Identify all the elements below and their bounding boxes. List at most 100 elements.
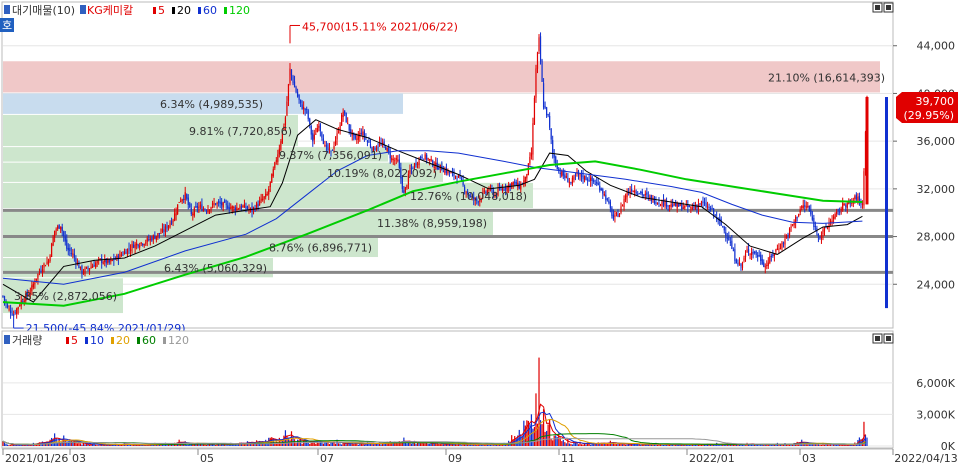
candle-body bbox=[617, 214, 619, 217]
supply-zone-label: 9.81% (7,720,856) bbox=[189, 125, 292, 138]
candle-body bbox=[415, 163, 417, 166]
candle-body bbox=[272, 169, 274, 177]
volume-bar bbox=[96, 445, 98, 446]
candle-body bbox=[620, 206, 622, 213]
candle-body bbox=[406, 185, 408, 189]
candle-body bbox=[857, 196, 859, 201]
price-legend-stock[interactable]: KG케미칼 bbox=[87, 4, 133, 17]
candle-body bbox=[310, 125, 312, 135]
volume-tick-label: 6,000K bbox=[916, 377, 955, 390]
volume-bar bbox=[489, 444, 492, 446]
maximize-icon-inner bbox=[875, 336, 880, 341]
candle-body bbox=[46, 261, 48, 264]
candle-body bbox=[831, 220, 833, 223]
volume-bar bbox=[533, 426, 536, 446]
candle-body bbox=[66, 239, 68, 249]
volume-bar bbox=[468, 444, 470, 446]
candle-body bbox=[52, 237, 54, 246]
volume-bar bbox=[441, 444, 443, 446]
candle-body bbox=[858, 195, 861, 201]
candle-body bbox=[210, 207, 212, 210]
candle-body bbox=[313, 134, 315, 140]
candle-body bbox=[14, 312, 16, 314]
legend-ma-swatch bbox=[111, 337, 114, 344]
volume-bar bbox=[214, 445, 217, 446]
candle-body bbox=[593, 179, 595, 182]
candle-body bbox=[544, 106, 546, 109]
candle-body bbox=[55, 229, 57, 231]
legend-ma-label: 120 bbox=[168, 334, 189, 347]
candle-body bbox=[746, 249, 748, 253]
candle-body bbox=[201, 204, 203, 211]
candle-body bbox=[603, 193, 605, 196]
candle-body bbox=[804, 205, 806, 207]
candle-body bbox=[257, 204, 259, 207]
candle-body bbox=[810, 209, 812, 215]
candle-body bbox=[828, 223, 830, 229]
candle-body bbox=[517, 182, 519, 188]
volume-bar bbox=[243, 444, 246, 446]
candle-body bbox=[646, 192, 648, 195]
candle-body bbox=[729, 241, 731, 243]
x-tick-label: 2022/04/13 bbox=[894, 452, 957, 465]
candle-body bbox=[211, 203, 214, 206]
candle-body bbox=[72, 253, 74, 255]
volume-bar bbox=[327, 442, 329, 446]
price-legend: 대기매물(10) KG케미칼 5 20 60 120 bbox=[4, 4, 250, 17]
candle-body bbox=[234, 207, 236, 211]
candle-body bbox=[813, 218, 815, 227]
candle-body bbox=[35, 278, 38, 281]
candle-body bbox=[315, 133, 317, 135]
volume-bar bbox=[567, 438, 569, 446]
volume-bar bbox=[497, 445, 499, 446]
candle-body bbox=[357, 135, 359, 140]
candle-body bbox=[723, 226, 725, 231]
candle-body bbox=[177, 204, 179, 214]
candle-body bbox=[392, 159, 394, 161]
candle-body bbox=[668, 205, 671, 207]
candle-body bbox=[166, 225, 168, 229]
candle-body bbox=[846, 203, 848, 208]
candle-body bbox=[694, 206, 697, 210]
candle-body bbox=[632, 191, 634, 193]
supply-zone-label: 6.43% (5,060,329) bbox=[164, 262, 267, 275]
candle-body bbox=[596, 181, 598, 184]
candle-body bbox=[426, 154, 428, 160]
candle-body bbox=[728, 236, 730, 241]
legend-ma-swatch bbox=[224, 7, 227, 14]
candle-body bbox=[713, 208, 715, 215]
volume-bar bbox=[187, 444, 189, 446]
volume-bar bbox=[8, 445, 10, 446]
candle-body bbox=[341, 114, 343, 126]
candle-body bbox=[450, 172, 452, 174]
candle-body bbox=[19, 305, 21, 307]
volume-bar bbox=[719, 445, 721, 446]
candle-body bbox=[649, 196, 651, 198]
candle-body bbox=[246, 206, 249, 209]
candle-body bbox=[169, 223, 171, 228]
candle-body bbox=[605, 194, 607, 201]
x-tick-label: 03 bbox=[72, 452, 86, 465]
candle-body bbox=[757, 255, 759, 257]
candle-body bbox=[292, 76, 294, 84]
candle-body bbox=[559, 172, 561, 175]
volume-bar bbox=[98, 445, 100, 446]
candle-body bbox=[345, 112, 347, 123]
current-price-value: 39,700 bbox=[916, 95, 955, 108]
volume-bar bbox=[131, 445, 133, 446]
candle-body bbox=[623, 198, 625, 208]
candle-body bbox=[245, 206, 247, 209]
candle-body bbox=[621, 205, 624, 207]
candle-body bbox=[163, 229, 165, 232]
candle-body bbox=[514, 181, 516, 183]
candle-body bbox=[50, 243, 53, 258]
volume-legend-prefix[interactable]: 거래량 bbox=[12, 334, 42, 347]
candle-body bbox=[40, 270, 42, 272]
volume-bar bbox=[621, 444, 624, 446]
candle-body bbox=[132, 244, 135, 248]
candle-body bbox=[690, 207, 692, 209]
volume-bar bbox=[662, 444, 665, 446]
candle-body bbox=[222, 202, 224, 208]
volume-bar bbox=[419, 443, 422, 446]
x-tick-label: 03 bbox=[802, 452, 816, 465]
